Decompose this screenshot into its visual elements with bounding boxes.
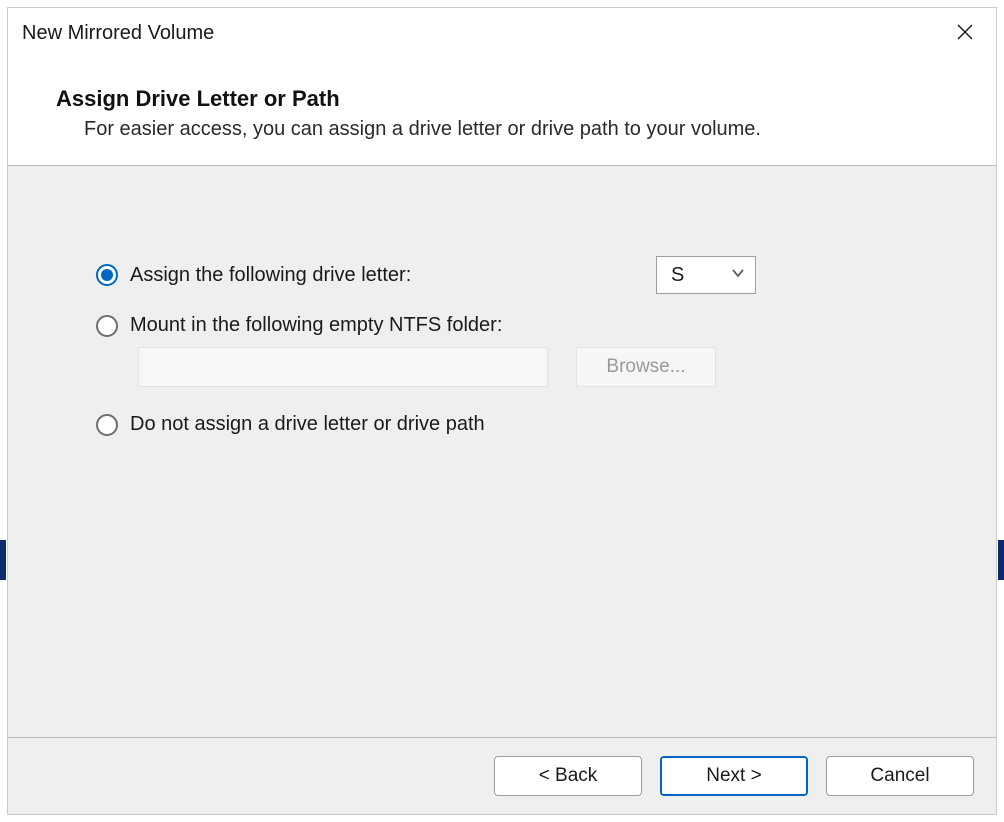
close-icon [956, 23, 974, 44]
mount-folder-controls: Browse... [96, 347, 936, 387]
option-mount-folder: Mount in the following empty NTFS folder… [96, 314, 936, 337]
footer: < Back Next > Cancel [8, 738, 996, 814]
wizard-dialog: New Mirrored Volume Assign Drive Letter … [7, 7, 997, 815]
bg-accent-left [0, 540, 6, 580]
cancel-button[interactable]: Cancel [826, 756, 974, 796]
radio-mount-folder[interactable] [96, 315, 118, 337]
radio-dot-icon [101, 269, 113, 281]
bg-accent-right [998, 540, 1004, 580]
page-subtext: For easier access, you can assign a driv… [56, 118, 956, 141]
drive-letter-select-wrap: S [656, 256, 756, 294]
next-button[interactable]: Next > [660, 756, 808, 796]
radio-assign-letter[interactable] [96, 264, 118, 286]
window-title: New Mirrored Volume [22, 22, 214, 45]
label-assign-letter: Assign the following drive letter: [130, 264, 411, 287]
option-no-assign: Do not assign a drive letter or drive pa… [96, 413, 936, 436]
header-section: Assign Drive Letter or Path For easier a… [8, 58, 996, 165]
titlebar: New Mirrored Volume [8, 8, 996, 58]
chevron-down-icon [731, 266, 745, 285]
mount-path-input [138, 347, 548, 387]
label-no-assign: Do not assign a drive letter or drive pa… [130, 413, 485, 436]
back-button[interactable]: < Back [494, 756, 642, 796]
radio-no-assign[interactable] [96, 414, 118, 436]
label-mount-folder: Mount in the following empty NTFS folder… [130, 314, 502, 337]
browse-button: Browse... [576, 347, 716, 387]
drive-letter-value: S [671, 264, 684, 287]
page-heading: Assign Drive Letter or Path [56, 86, 956, 112]
close-button[interactable] [948, 16, 982, 50]
content-area: Assign the following drive letter: S Mou… [8, 166, 996, 737]
drive-letter-select[interactable]: S [656, 256, 756, 294]
option-assign-letter: Assign the following drive letter: S [96, 256, 936, 294]
